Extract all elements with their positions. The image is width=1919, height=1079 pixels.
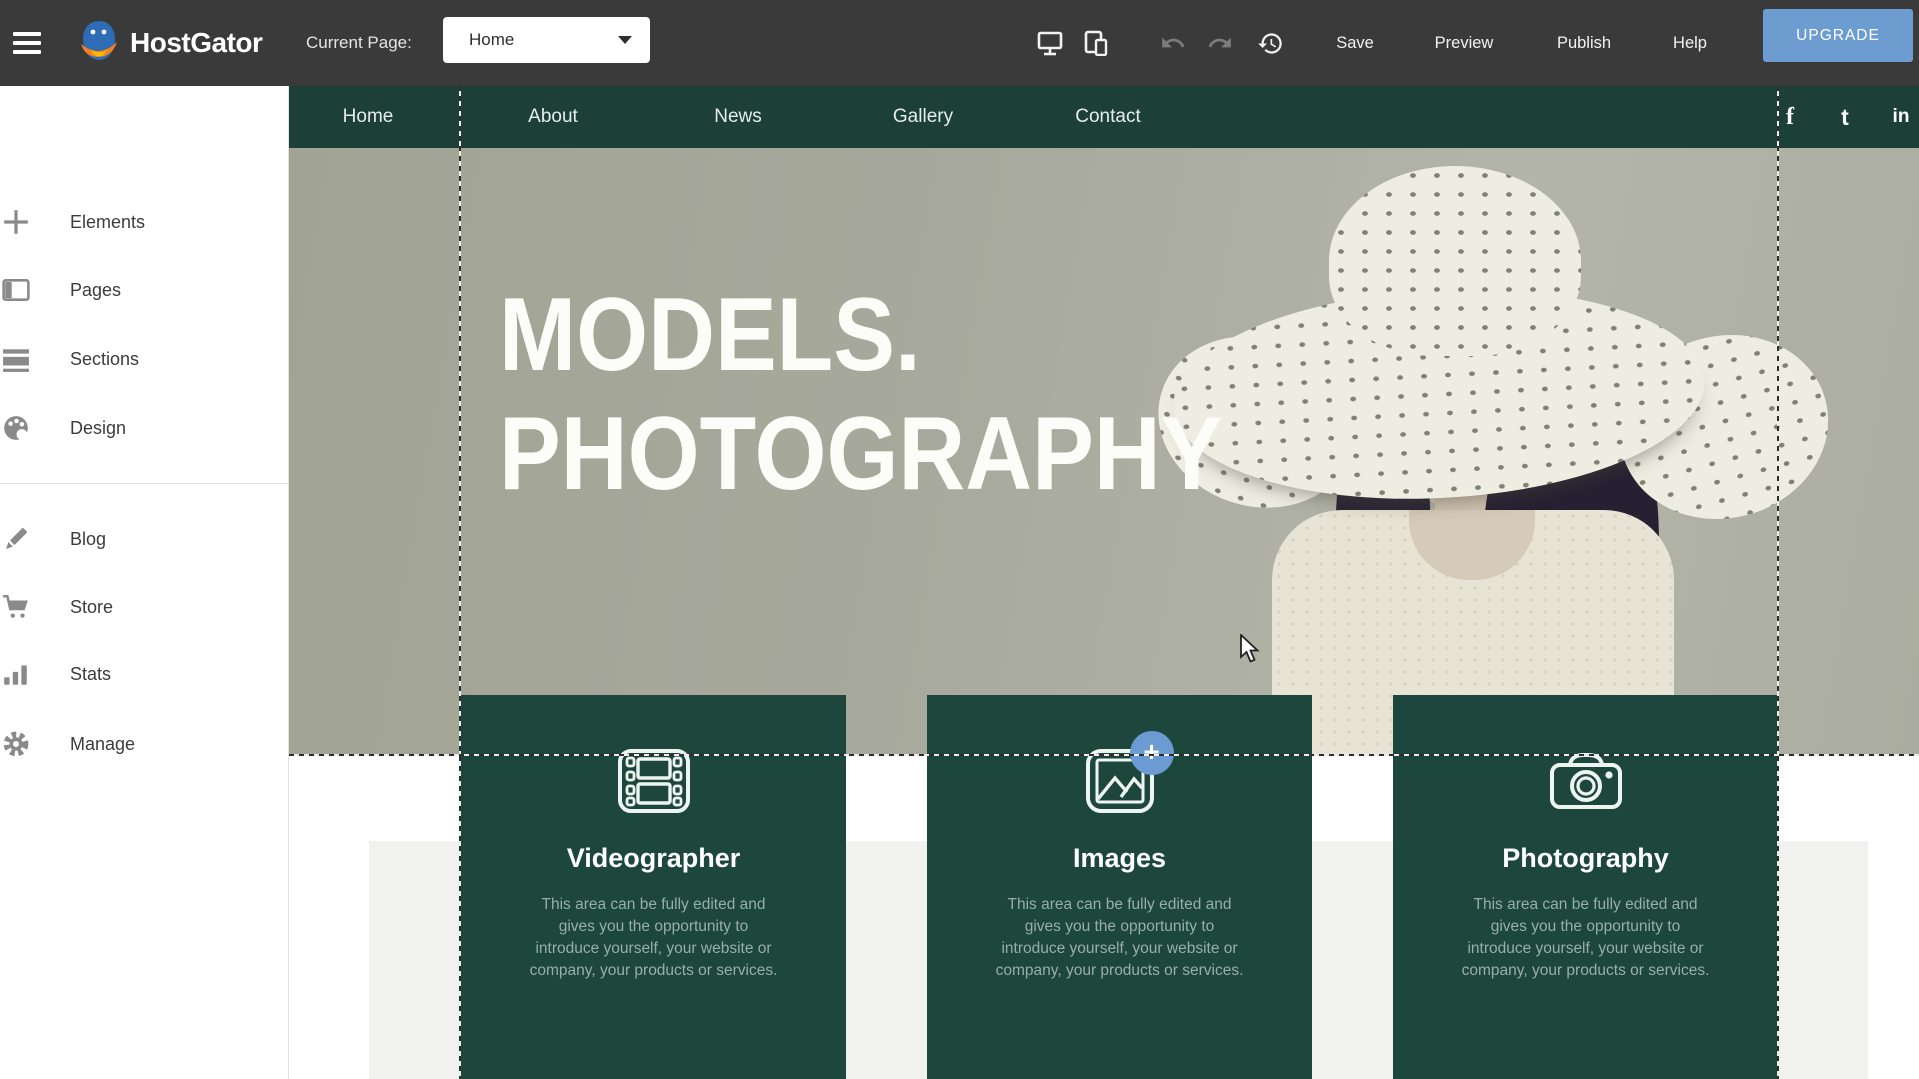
sidebar-item-pages[interactable]: Pages bbox=[0, 264, 289, 316]
hero-title[interactable]: MODELS. PHOTOGRAPHY bbox=[499, 276, 1222, 514]
sidebar-item-label: Manage bbox=[70, 734, 135, 755]
hostgator-builder-window: HostGator Current Page: Home bbox=[0, 0, 1919, 1079]
help-button[interactable]: Help bbox=[1673, 0, 1707, 86]
desktop-view-icon[interactable] bbox=[1035, 0, 1065, 86]
card-body[interactable]: This area can be fully edited andgives y… bbox=[461, 894, 846, 982]
add-image-badge[interactable]: + bbox=[1130, 731, 1174, 775]
card-body[interactable]: This area can be fully edited andgives y… bbox=[1393, 894, 1778, 982]
chevron-down-icon bbox=[618, 36, 632, 44]
sidebar-item-stats[interactable]: Stats bbox=[0, 648, 289, 700]
site-nav-gallery[interactable]: Gallery bbox=[893, 86, 953, 148]
site-nav-about[interactable]: About bbox=[528, 86, 578, 148]
sidebar-item-label: Blog bbox=[70, 529, 106, 550]
sidebar-item-label: Elements bbox=[70, 212, 145, 233]
hamburger-menu-icon[interactable] bbox=[12, 0, 42, 86]
page-select-dropdown[interactable]: Home bbox=[443, 17, 650, 63]
preview-button[interactable]: Preview bbox=[1435, 0, 1494, 86]
sections-rows-icon bbox=[2, 345, 30, 373]
site-nav-home[interactable]: Home bbox=[343, 86, 394, 148]
card-body[interactable]: This area can be fully edited andgives y… bbox=[927, 894, 1312, 982]
undo-icon[interactable] bbox=[1158, 0, 1188, 86]
bar-chart-icon bbox=[2, 660, 30, 688]
hero-title-line2: PHOTOGRAPHY bbox=[499, 395, 1222, 514]
sidebar-divider bbox=[0, 483, 289, 484]
card-title[interactable]: Photography bbox=[1393, 843, 1778, 874]
card-videographer[interactable]: Videographer This area can be fully edit… bbox=[461, 695, 846, 1079]
gear-icon bbox=[2, 730, 30, 758]
site-preview-canvas: Home About News Gallery Contact f t in bbox=[289, 86, 1919, 1079]
hostgator-logo[interactable]: HostGator bbox=[76, 0, 262, 86]
builder-sidebar: Elements Pages Sections bbox=[0, 86, 289, 1079]
section-dashed-border-bottom bbox=[289, 754, 1919, 756]
plus-icon bbox=[2, 208, 30, 236]
save-button[interactable]: Save bbox=[1336, 0, 1374, 86]
sidebar-item-store[interactable]: Store bbox=[0, 581, 289, 633]
pencil-icon bbox=[2, 525, 30, 553]
sidebar-item-design[interactable]: Design bbox=[0, 402, 289, 454]
brand-name: HostGator bbox=[130, 27, 262, 59]
image-placeholder-icon[interactable]: + bbox=[1082, 747, 1158, 815]
sidebar-item-label: Sections bbox=[70, 349, 139, 370]
shopping-cart-icon bbox=[2, 593, 30, 621]
section-dashed-border-left bbox=[459, 86, 461, 1079]
card-images[interactable]: + Images This area can be fully edited a… bbox=[927, 695, 1312, 1079]
site-nav-news[interactable]: News bbox=[714, 86, 762, 148]
hostgator-gator-icon bbox=[76, 19, 122, 68]
hero-title-line1: MODELS. bbox=[499, 276, 1222, 395]
film-strip-icon[interactable] bbox=[616, 747, 692, 815]
sidebar-item-label: Stats bbox=[70, 664, 111, 685]
sidebar-item-label: Store bbox=[70, 597, 113, 618]
sidebar-item-sections[interactable]: Sections bbox=[0, 333, 289, 385]
card-photography[interactable]: Photography This area can be fully edite… bbox=[1393, 695, 1778, 1079]
publish-button[interactable]: Publish bbox=[1557, 0, 1611, 86]
twitter-icon[interactable]: t bbox=[1841, 86, 1849, 148]
page-layout-icon bbox=[2, 276, 30, 304]
sidebar-item-manage[interactable]: Manage bbox=[0, 718, 289, 770]
sidebar-item-blog[interactable]: Blog bbox=[0, 513, 289, 565]
sidebar-item-label: Design bbox=[70, 418, 126, 439]
history-icon[interactable] bbox=[1255, 0, 1285, 86]
card-title[interactable]: Images bbox=[927, 843, 1312, 874]
camera-icon[interactable] bbox=[1548, 747, 1624, 815]
mobile-view-icon[interactable] bbox=[1081, 0, 1111, 86]
hero-section[interactable]: MODELS. PHOTOGRAPHY bbox=[289, 148, 1919, 756]
palette-icon bbox=[2, 414, 30, 442]
sidebar-item-label: Pages bbox=[70, 280, 121, 301]
upgrade-button[interactable]: UPGRADE bbox=[1763, 9, 1913, 62]
redo-icon[interactable] bbox=[1205, 0, 1235, 86]
section-dashed-border-right bbox=[1777, 86, 1779, 1079]
current-page-label: Current Page: bbox=[306, 0, 412, 86]
sidebar-item-elements[interactable]: Elements bbox=[0, 196, 289, 248]
card-title[interactable]: Videographer bbox=[461, 843, 846, 874]
top-toolbar: HostGator Current Page: Home bbox=[0, 0, 1919, 86]
facebook-icon[interactable]: f bbox=[1786, 86, 1794, 148]
page-select-value: Home bbox=[469, 30, 618, 50]
linkedin-icon[interactable]: in bbox=[1893, 86, 1910, 148]
site-nav-contact[interactable]: Contact bbox=[1075, 86, 1140, 148]
site-navbar[interactable]: Home About News Gallery Contact f t in bbox=[289, 86, 1919, 148]
